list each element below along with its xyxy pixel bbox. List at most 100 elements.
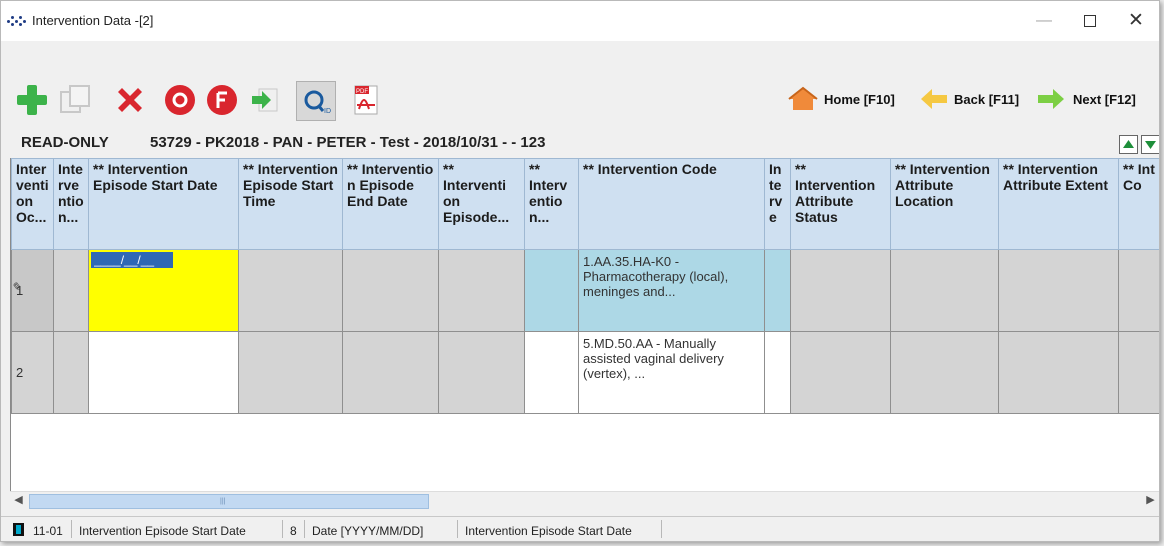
copy-button[interactable] <box>56 81 94 119</box>
home-label: Home [F10] <box>824 91 895 107</box>
grid-cell[interactable] <box>764 331 791 414</box>
col-header-int-lo-co[interactable]: ** Int Lo Co <box>1118 158 1159 250</box>
status-field: Intervention Episode Start Date <box>79 524 246 538</box>
minimize-button[interactable]: — <box>1021 1 1067 41</box>
forward-button[interactable] <box>247 81 285 119</box>
pdf-button[interactable]: PDF <box>347 81 385 119</box>
grid-cell[interactable] <box>524 331 579 414</box>
home-button[interactable]: Home [F10] <box>787 85 895 113</box>
f-button[interactable] <box>203 81 241 119</box>
title-bar: Intervention Data -[2] — ✕ <box>1 1 1159 41</box>
maximize-icon <box>1084 14 1096 27</box>
table-row[interactable]: 1 1.AA.35.HA-K0 - Pharmacotherapy (local… <box>11 249 1159 332</box>
svg-text:ID: ID <box>324 108 331 115</box>
grid-cell[interactable] <box>524 249 579 332</box>
divider <box>304 520 305 538</box>
grid-cell[interactable] <box>438 249 525 332</box>
data-grid: Inter venti on Oc... Inte rve ntio n... … <box>10 158 1159 491</box>
triangle-up-icon <box>1123 140 1134 148</box>
delete-button[interactable] <box>111 81 149 119</box>
pdf-icon: PDF <box>354 85 378 115</box>
grid-cell[interactable] <box>1118 249 1159 332</box>
row-number: 2 <box>11 331 54 414</box>
divider <box>282 520 283 538</box>
col-header-occurrence[interactable]: Inter venti on Oc... <box>11 158 54 250</box>
next-label: Next [F12] <box>1073 91 1136 107</box>
grid-cell[interactable] <box>438 331 525 414</box>
app-dots-icon <box>7 15 29 27</box>
grid-cell[interactable] <box>890 331 999 414</box>
col-header-code[interactable]: ** Intervention Code <box>578 158 765 250</box>
back-button[interactable]: Back [F11] <box>919 85 1019 113</box>
grid-cell[interactable] <box>890 249 999 332</box>
o-circle-icon <box>165 85 195 115</box>
intervention-code-cell[interactable]: 5.MD.50.AA - Manually assisted vaginal d… <box>578 331 765 414</box>
col-header-episode[interactable]: ** Interventi on Episode... <box>438 158 525 250</box>
start-date-input[interactable] <box>91 252 173 268</box>
grid-cell[interactable] <box>1118 331 1159 414</box>
back-arrow-icon <box>921 89 947 109</box>
scroll-left-icon[interactable]: ◀ <box>10 492 27 509</box>
status-code: 11-01 <box>33 524 63 538</box>
next-button[interactable]: Next [F12] <box>1036 85 1136 113</box>
maximize-button[interactable] <box>1067 1 1113 41</box>
col-header-attribute-location[interactable]: ** Intervention Attribute Location <box>890 158 999 250</box>
grid-header-row: Inter venti on Oc... Inte rve ntio n... … <box>11 158 1159 250</box>
read-only-label: READ-ONLY <box>21 134 109 151</box>
col-header-interv[interactable]: In te rv e <box>764 158 791 250</box>
divider <box>661 520 662 538</box>
grid-cell[interactable] <box>998 331 1119 414</box>
grid-cell[interactable] <box>342 331 439 414</box>
query-icon: ID <box>304 90 331 115</box>
status-format: Date [YYYY/MM/DD] <box>312 524 424 538</box>
window: Intervention Data -[2] — ✕ ID PDF Home [… <box>0 0 1160 542</box>
close-button[interactable]: ✕ <box>1113 1 1159 41</box>
status-length: 8 <box>290 524 297 538</box>
grid-cell[interactable] <box>53 249 89 332</box>
col-header-attribute-status[interactable]: ** Intervention Attribute Status <box>790 158 891 250</box>
home-icon <box>788 86 818 110</box>
grid-cell[interactable] <box>790 331 891 414</box>
status-icon <box>13 523 24 536</box>
horizontal-scrollbar[interactable]: ◀ ||| ▶ <box>10 491 1159 509</box>
scrollbar-thumb[interactable]: ||| <box>29 494 429 509</box>
svg-text:PDF: PDF <box>356 89 368 95</box>
grip-icon: ||| <box>220 498 226 505</box>
status-bar: 11-01 Intervention Episode Start Date 8 … <box>1 516 1159 541</box>
grid-cell[interactable] <box>998 249 1119 332</box>
grid-cell[interactable] <box>238 249 343 332</box>
scroll-right-icon[interactable]: ▶ <box>1142 492 1159 509</box>
grid-cell[interactable] <box>790 249 891 332</box>
grid-cell[interactable] <box>342 249 439 332</box>
f-circle-icon <box>207 85 237 115</box>
back-label: Back [F11] <box>954 91 1020 107</box>
grid-cell[interactable] <box>53 331 89 414</box>
col-header-intervention-n[interactable]: Inte rve ntio n... <box>53 158 89 250</box>
grid-cell[interactable] <box>238 331 343 414</box>
record-info: 53729 - PK2018 - PAN - PETER - Test - 20… <box>150 134 546 151</box>
start-date-cell[interactable] <box>88 249 239 332</box>
start-date-cell[interactable] <box>88 331 239 414</box>
move-down-button[interactable] <box>1141 135 1159 154</box>
table-row[interactable]: 2 5.MD.50.AA - Manually assisted vaginal… <box>11 331 1159 414</box>
o-button[interactable] <box>161 81 199 119</box>
triangle-down-icon <box>1145 141 1156 149</box>
query-button[interactable]: ID <box>296 81 336 121</box>
next-arrow-icon <box>1038 89 1064 109</box>
col-header-attribute-extent[interactable]: ** Intervention Attribute Extent <box>998 158 1119 250</box>
divider <box>457 520 458 538</box>
col-header-intervention-short[interactable]: ** Interv entio n... <box>524 158 579 250</box>
toolbar: ID PDF Home [F10] Back [F11] Next [F12] <box>1 77 1159 127</box>
col-header-end-date[interactable]: ** Interventio n Episode End Date <box>342 158 439 250</box>
add-button[interactable] <box>13 81 51 119</box>
status-description: Intervention Episode Start Date <box>465 524 632 538</box>
move-up-button[interactable] <box>1119 135 1138 154</box>
col-header-start-time[interactable]: ** Intervention Episode Start Time <box>238 158 343 250</box>
grid-cell[interactable] <box>764 249 791 332</box>
edit-pencil-icon: ✎ <box>11 280 22 294</box>
window-title: Intervention Data -[2] <box>32 13 154 28</box>
col-header-start-date[interactable]: ** Intervention Episode Start Date <box>88 158 239 250</box>
delete-icon <box>118 88 142 112</box>
divider <box>71 520 72 538</box>
intervention-code-cell[interactable]: 1.AA.35.HA-K0 - Pharmacotherapy (local),… <box>578 249 765 332</box>
